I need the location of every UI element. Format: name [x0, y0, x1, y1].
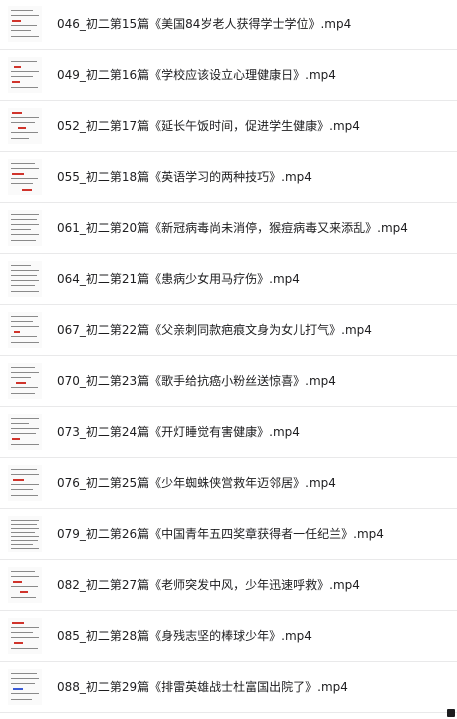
video-thumbnail-icon: [8, 363, 42, 399]
video-thumbnail-icon: [8, 465, 42, 501]
file-name: 049_初二第16篇《学校应该设立心理健康日》.mp4: [57, 68, 336, 82]
video-thumbnail-icon: [8, 6, 42, 42]
file-row[interactable]: 076_初二第25篇《少年蜘蛛侠営救年迈邻居》.mp4: [0, 458, 457, 509]
video-thumbnail-icon: [8, 516, 42, 552]
file-name: 067_初二第22篇《父亲刺同款疤痕文身为女儿打气》.mp4: [57, 323, 372, 337]
video-thumbnail-icon: [8, 108, 42, 144]
file-row[interactable]: 067_初二第22篇《父亲刺同款疤痕文身为女儿打气》.mp4: [0, 305, 457, 356]
video-thumbnail-icon: [8, 669, 42, 705]
video-thumbnail-icon: [8, 261, 42, 297]
video-thumbnail-icon: [8, 57, 42, 93]
file-row[interactable]: 046_初二第15篇《美国84岁老人获得学士学位》.mp4: [0, 0, 457, 50]
file-name: 073_初二第24篇《开灯睡觉有害健康》.mp4: [57, 425, 300, 439]
video-thumbnail-icon: [8, 210, 42, 246]
file-row[interactable]: 064_初二第21篇《患病少女用马疗伤》.mp4: [0, 254, 457, 305]
file-name: 046_初二第15篇《美国84岁老人获得学士学位》.mp4: [57, 17, 352, 31]
file-row[interactable]: 052_初二第17篇《延长午饭时间，促进学生健康》.mp4: [0, 101, 457, 152]
file-name: 082_初二第27篇《老师突发中风，少年迅速呼救》.mp4: [57, 578, 360, 592]
file-list: 046_初二第15篇《美国84岁老人获得学士学位》.mp4 049_初二第16篇…: [0, 0, 457, 719]
file-row[interactable]: 085_初二第28篇《身残志坚的棒球少年》.mp4: [0, 611, 457, 662]
file-row[interactable]: 088_初二第29篇《排雷英雄战士杜富国出院了》.mp4: [0, 662, 457, 713]
file-row[interactable]: 079_初二第26篇《中国青年五四奖章获得者一任纪兰》.mp4: [0, 509, 457, 560]
file-name: 076_初二第25篇《少年蜘蛛侠営救年迈邻居》.mp4: [57, 476, 336, 490]
video-thumbnail-icon: [8, 159, 42, 195]
video-thumbnail-icon: [8, 618, 42, 654]
video-thumbnail-icon: [8, 567, 42, 603]
file-name: 085_初二第28篇《身残志坚的棒球少年》.mp4: [57, 629, 312, 643]
file-name: 055_初二第18篇《英语学习的两种技巧》.mp4: [57, 170, 312, 184]
resize-corner-icon[interactable]: [447, 709, 455, 717]
file-row[interactable]: 061_初二第20篇《新冠病毒尚未消停，猴痘病毒又来添乱》.mp4: [0, 203, 457, 254]
file-name: 061_初二第20篇《新冠病毒尚未消停，猴痘病毒又来添乱》.mp4: [57, 221, 408, 235]
file-row[interactable]: 073_初二第24篇《开灯睡觉有害健康》.mp4: [0, 407, 457, 458]
file-row[interactable]: 049_初二第16篇《学校应该设立心理健康日》.mp4: [0, 50, 457, 101]
video-thumbnail-icon: [8, 312, 42, 348]
file-name: 070_初二第23篇《歌手给抗癌小粉丝送惊喜》.mp4: [57, 374, 336, 388]
video-thumbnail-icon: [8, 414, 42, 450]
file-name: 088_初二第29篇《排雷英雄战士杜富国出院了》.mp4: [57, 680, 348, 694]
file-row[interactable]: 070_初二第23篇《歌手给抗癌小粉丝送惊喜》.mp4: [0, 356, 457, 407]
file-name: 052_初二第17篇《延长午饭时间，促进学生健康》.mp4: [57, 119, 360, 133]
file-name: 064_初二第21篇《患病少女用马疗伤》.mp4: [57, 272, 300, 286]
file-name: 079_初二第26篇《中国青年五四奖章获得者一任纪兰》.mp4: [57, 527, 384, 541]
file-row[interactable]: 082_初二第27篇《老师突发中风，少年迅速呼救》.mp4: [0, 560, 457, 611]
file-row[interactable]: 055_初二第18篇《英语学习的两种技巧》.mp4: [0, 152, 457, 203]
